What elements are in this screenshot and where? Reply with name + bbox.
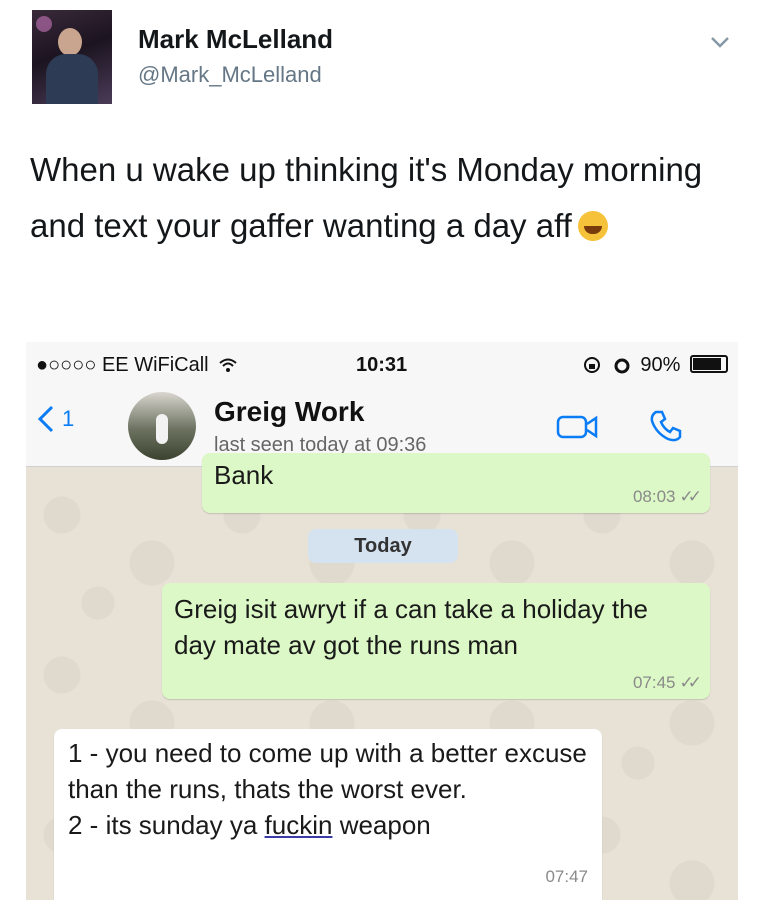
avatar-body [46,54,98,104]
read-receipt-icon: ✓✓ [679,673,702,692]
status-bar: ●○○○○ EE WiFiCall 10:31 90% [26,342,738,386]
battery-indicator: 90% [583,354,728,377]
message-bubble-outgoing[interactable]: Greig isit awryt if a can take a holiday… [162,583,710,699]
message-line: 2 - its sunday ya fuckin weapon [68,807,588,843]
message-bubble-outgoing[interactable]: Bank 08:03 ✓✓ [202,453,710,513]
phone-screenshot: ●○○○○ EE WiFiCall 10:31 90% 1 Greig Work… [26,342,738,900]
alarm-icon [614,358,630,374]
contact-name[interactable]: Greig Work [214,396,364,428]
message-time: 07:45 [632,673,676,692]
message-time: 08:03 [632,487,676,506]
message-bubble-incoming[interactable]: 1 - you need to come up with a better ex… [54,729,602,900]
date-separator: Today [308,529,458,563]
phone-call-icon[interactable] [648,408,684,444]
message-line-prefix: 2 - its sunday ya [68,810,265,840]
message-meta: 07:47 [545,867,588,887]
read-receipt-icon: ✓✓ [679,487,702,506]
flagged-word: fuckin [264,810,333,840]
battery-percent: 90% [640,354,681,376]
laughing-emoji-icon [577,211,608,241]
author-handle[interactable]: @Mark_McLelland [138,62,322,88]
status-time: 10:31 [356,354,408,376]
message-meta: 08:03 ✓✓ [632,487,702,507]
chevron-down-icon[interactable] [708,30,732,54]
carrier-text: ●○○○○ EE WiFiCall [36,354,209,376]
avatar-face [58,28,82,56]
back-count: 1 [62,406,75,431]
chat-area[interactable]: Bank 08:03 ✓✓ Today Greig isit awryt if … [26,453,738,900]
battery-icon [690,355,728,373]
message-text: Bank [214,460,274,490]
chevron-left-icon [37,405,54,433]
message-line-suffix: weapon [332,810,431,840]
contact-avatar[interactable] [128,392,196,460]
message-line: 1 - you need to come up with a better ex… [68,738,587,804]
contact-avatar-figure [156,414,168,444]
tweet-header: Mark McLelland @Mark_McLelland [32,10,732,110]
video-call-icon[interactable] [556,412,600,442]
message-text: 1 - you need to come up with a better ex… [68,735,588,843]
orientation-lock-icon [584,357,601,373]
author-avatar[interactable] [32,10,112,104]
avatar-background [36,16,52,32]
message-meta: 07:45 ✓✓ [632,673,702,693]
back-button[interactable]: 1 [36,404,74,434]
author-name[interactable]: Mark McLelland [138,24,333,55]
carrier-label: ●○○○○ EE WiFiCall [36,354,238,377]
message-text: Greig isit awryt if a can take a holiday… [174,594,649,660]
wifi-icon [219,358,237,372]
tweet-text: When u wake up thinking it's Monday morn… [30,142,730,254]
message-time: 07:47 [545,867,588,886]
